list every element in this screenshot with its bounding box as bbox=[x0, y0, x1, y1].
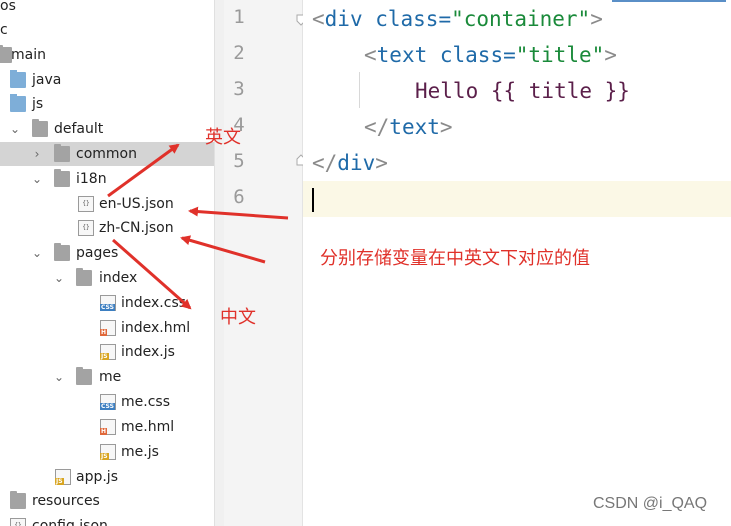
js-file-tag: JS bbox=[55, 478, 64, 485]
tree-item-label: js bbox=[32, 96, 44, 112]
chevron-down-icon[interactable]: ⌄ bbox=[29, 241, 45, 265]
tree-item-label: app.js bbox=[76, 469, 118, 485]
code-line-4: </text> bbox=[364, 115, 453, 139]
hml-file-tag: H bbox=[100, 329, 108, 336]
tree-item-me-js[interactable]: JS me.js bbox=[0, 440, 214, 464]
tree-item-label: os bbox=[0, 0, 16, 14]
chevron-down-icon[interactable]: ⌄ bbox=[51, 266, 67, 290]
tree-item-common[interactable]: › common bbox=[0, 142, 214, 166]
tree-item-label: common bbox=[76, 146, 137, 162]
tree-item-index[interactable]: ⌄ index bbox=[0, 266, 214, 290]
tree-item-label: en-US.json bbox=[99, 196, 174, 212]
tree-item-os[interactable]: os bbox=[0, 0, 214, 18]
json-file-icon: {} bbox=[78, 220, 94, 236]
source-folder-icon bbox=[10, 94, 26, 112]
tree-item-label: default bbox=[54, 121, 104, 137]
tree-item-label: index.js bbox=[121, 344, 175, 360]
hml-file-icon: H bbox=[100, 419, 116, 435]
tree-item-js[interactable]: js bbox=[0, 92, 214, 116]
js-file-tag: JS bbox=[100, 353, 109, 360]
source-folder-icon bbox=[10, 70, 26, 88]
tree-item-label: i18n bbox=[76, 171, 107, 187]
tree-item-i18n[interactable]: ⌄ i18n bbox=[0, 167, 214, 191]
annotation-chinese: 中文 bbox=[220, 307, 256, 328]
line-number: 1 bbox=[233, 6, 245, 28]
tree-item-me-hml[interactable]: H me.hml bbox=[0, 415, 214, 439]
css-file-tag: CSS bbox=[100, 304, 115, 311]
tree-item-config-json[interactable]: {} config.json bbox=[0, 514, 214, 526]
css-file-icon: CSS bbox=[100, 295, 116, 311]
tree-item-label: me.css bbox=[121, 394, 170, 410]
tree-item-c[interactable]: c bbox=[0, 18, 214, 42]
tree-item-label: resources bbox=[32, 493, 100, 509]
tree-item-zh-cn-json[interactable]: {} zh-CN.json bbox=[0, 216, 214, 240]
tree-item-label: config.json bbox=[32, 518, 108, 526]
chevron-down-icon[interactable]: ⌄ bbox=[7, 117, 23, 141]
text-caret bbox=[312, 188, 314, 212]
current-line-highlight bbox=[303, 181, 731, 217]
tree-item-resources[interactable]: resources bbox=[0, 489, 214, 513]
tree-item-main[interactable]: main bbox=[0, 43, 214, 67]
tree-item-index-hml[interactable]: H index.hml bbox=[0, 316, 214, 340]
chevron-down-icon[interactable]: ⌄ bbox=[51, 365, 67, 389]
resources-folder-icon bbox=[10, 491, 26, 509]
tree-item-label: java bbox=[32, 72, 62, 88]
js-file-icon: JS bbox=[100, 444, 116, 460]
tree-item-label: zh-CN.json bbox=[99, 220, 174, 236]
annotation-note: 分别存储变量在中英文下对应的值 bbox=[320, 248, 590, 269]
watermark: CSDN @i_QAQ bbox=[593, 495, 708, 512]
folder-icon bbox=[32, 119, 48, 137]
tree-item-label: c bbox=[0, 22, 8, 38]
chevron-right-icon[interactable]: › bbox=[29, 142, 45, 166]
tree-item-me[interactable]: ⌄ me bbox=[0, 365, 214, 389]
css-file-tag: CSS bbox=[100, 403, 115, 410]
tab-indicator bbox=[612, 0, 726, 2]
line-number: 2 bbox=[233, 42, 245, 64]
folder-icon bbox=[54, 169, 70, 187]
tree-item-java[interactable]: java bbox=[0, 68, 214, 92]
json-file-icon: {} bbox=[78, 196, 94, 212]
js-file-icon: JS bbox=[55, 469, 71, 485]
hml-file-icon: H bbox=[100, 320, 116, 336]
code-line-2: <text class="title"> bbox=[364, 43, 617, 67]
tree-item-en-us-json[interactable]: {} en-US.json bbox=[0, 192, 214, 216]
tree-item-pages[interactable]: ⌄ pages bbox=[0, 241, 214, 265]
tree-item-label: pages bbox=[76, 245, 119, 261]
tree-item-index-css[interactable]: CSS index.css bbox=[0, 291, 214, 315]
js-file-tag: JS bbox=[100, 453, 109, 460]
tree-item-index-js[interactable]: JS index.js bbox=[0, 340, 214, 364]
css-file-icon: CSS bbox=[100, 394, 116, 410]
editor-gutter: 1 2 3 4 5 6 bbox=[224, 0, 306, 526]
hml-file-tag: H bbox=[100, 428, 108, 435]
tree-item-default[interactable]: ⌄ default bbox=[0, 117, 214, 141]
tree-item-label: index bbox=[99, 270, 138, 286]
tree-item-label: me.hml bbox=[121, 419, 175, 435]
folder-icon bbox=[76, 268, 92, 286]
json-file-icon: {} bbox=[10, 518, 26, 526]
tree-item-label: main bbox=[11, 47, 46, 63]
tree-item-app-js[interactable]: JS app.js bbox=[0, 465, 214, 489]
tree-item-me-css[interactable]: CSS me.css bbox=[0, 390, 214, 414]
line-number: 5 bbox=[233, 150, 245, 172]
code-line-1: <div class="container"> bbox=[312, 7, 603, 31]
code-line-5: </div> bbox=[312, 151, 388, 175]
folder-icon bbox=[76, 367, 92, 385]
tree-item-label: index.css bbox=[121, 295, 187, 311]
indent-guide bbox=[359, 72, 360, 108]
line-number: 6 bbox=[233, 186, 245, 208]
chevron-down-icon[interactable]: ⌄ bbox=[29, 167, 45, 191]
folder-icon bbox=[54, 243, 70, 261]
tree-item-label: me bbox=[99, 369, 122, 385]
project-tree: os c main java js ⌄ default › common ⌄ i… bbox=[0, 0, 214, 526]
tree-item-label: index.hml bbox=[121, 320, 191, 336]
tree-item-label: me.js bbox=[121, 444, 159, 460]
code-line-3: Hello {{ title }} bbox=[415, 79, 630, 103]
folder-icon bbox=[54, 144, 70, 162]
annotation-english: 英文 bbox=[205, 127, 241, 148]
js-file-icon: JS bbox=[100, 344, 116, 360]
line-number: 3 bbox=[233, 78, 245, 100]
